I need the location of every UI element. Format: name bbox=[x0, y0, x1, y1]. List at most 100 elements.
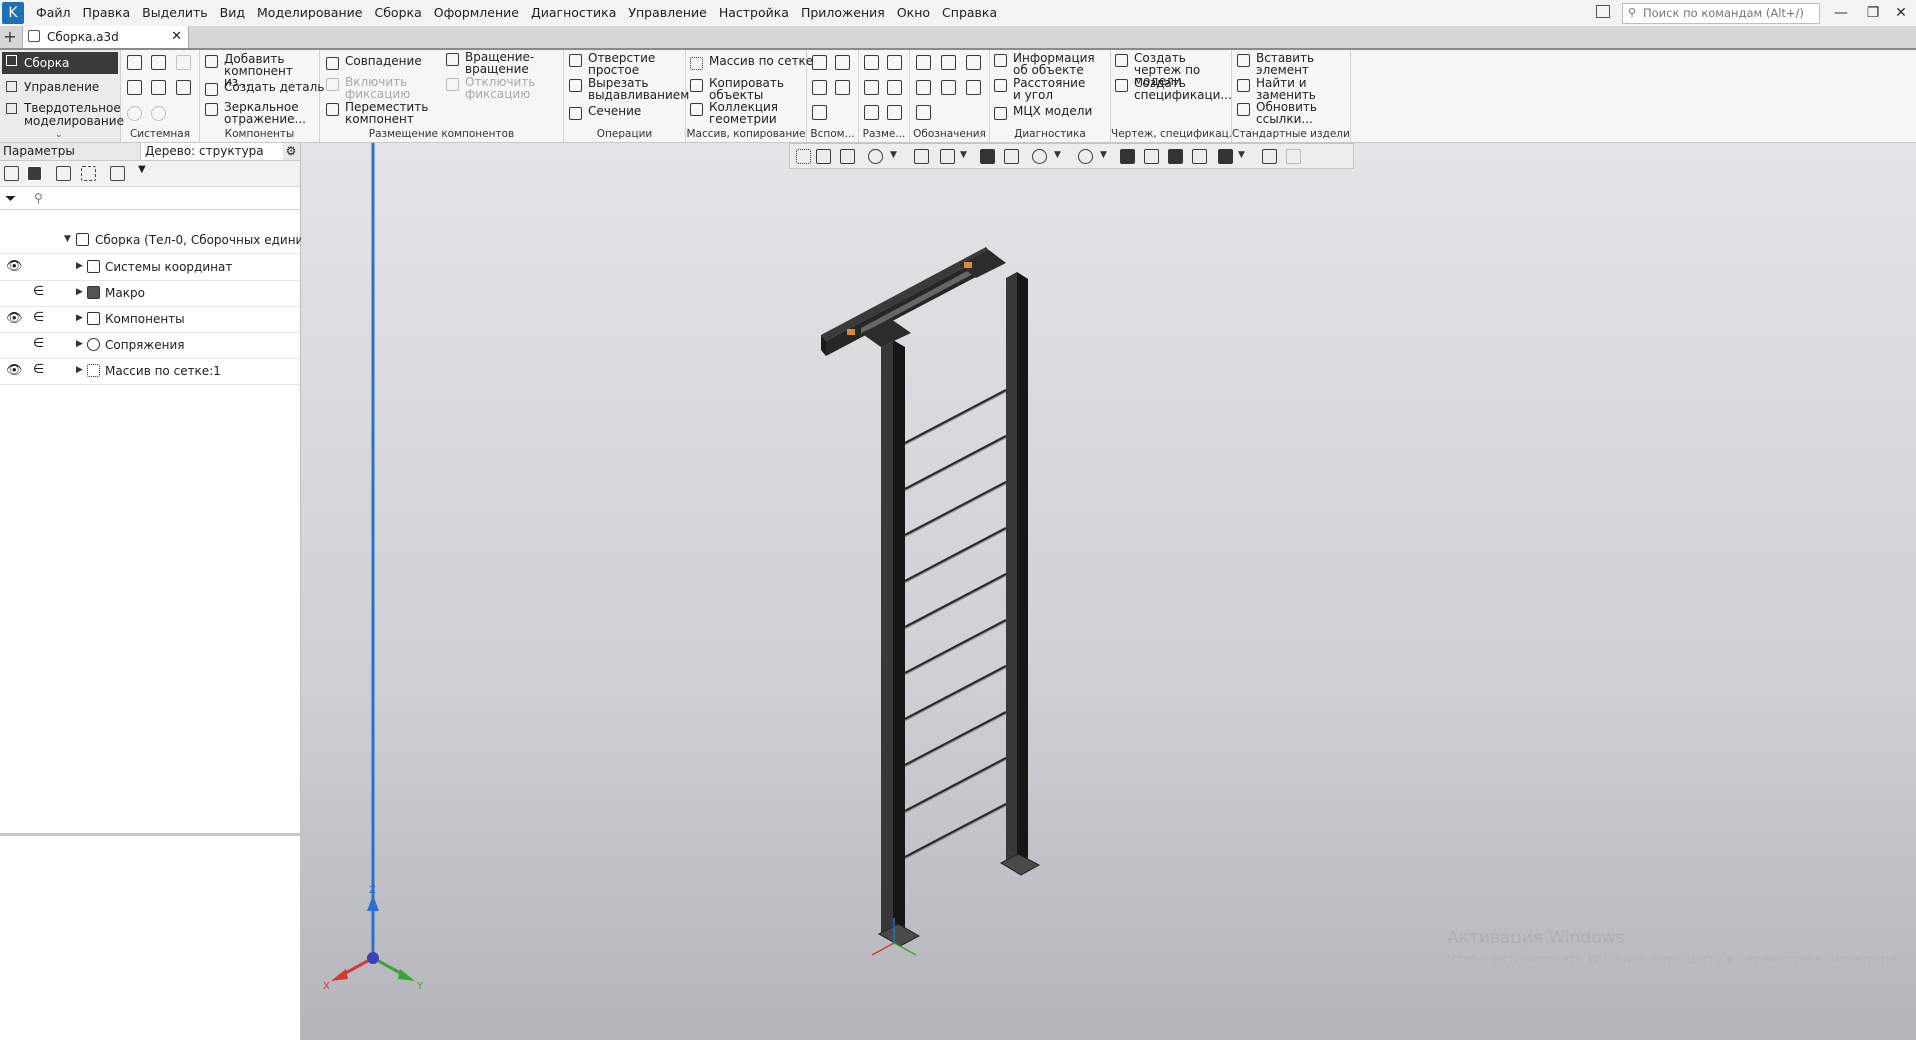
menu-diagnostics[interactable]: Диагностика bbox=[525, 0, 622, 26]
menu-select[interactable]: Выделить bbox=[136, 0, 214, 26]
joint-highlight bbox=[847, 329, 855, 335]
position-mark-icon[interactable] bbox=[941, 80, 956, 95]
save-all-icon[interactable] bbox=[176, 80, 191, 95]
mass-props-icon bbox=[994, 107, 1007, 120]
marking-icon[interactable] bbox=[916, 105, 931, 120]
group-std: Вставить элемент Найти и заменить Обнови… bbox=[1232, 50, 1351, 142]
include-icon[interactable]: ∈ bbox=[33, 310, 44, 325]
menu-management[interactable]: Управление bbox=[622, 0, 712, 26]
chevron-down-icon[interactable]: ⌄ bbox=[55, 130, 63, 140]
expand-icon[interactable]: ▶ bbox=[76, 313, 83, 323]
radial-dim-icon[interactable] bbox=[864, 80, 879, 95]
panel-splitter[interactable] bbox=[0, 833, 300, 836]
include-icon[interactable]: ∈ bbox=[33, 336, 44, 351]
base-mark-icon[interactable] bbox=[966, 55, 981, 70]
left-post-face bbox=[881, 340, 893, 933]
tree-item-components[interactable]: 👁 ∈ ▶ Компоненты bbox=[0, 306, 300, 333]
mode-assembly[interactable]: Сборка bbox=[2, 52, 118, 74]
menu-edit[interactable]: Правка bbox=[77, 0, 137, 26]
tree-item-macro[interactable]: ∈ ▶ Макро bbox=[0, 280, 300, 307]
minimize-button[interactable]: — bbox=[1824, 0, 1858, 26]
expand-icon[interactable]: ▶ bbox=[76, 365, 83, 375]
include-icon[interactable]: ∈ bbox=[33, 284, 44, 299]
chevron-down-icon[interactable]: ▼ bbox=[138, 164, 146, 175]
preview-icon[interactable] bbox=[151, 80, 166, 95]
menu-settings[interactable]: Настройка bbox=[713, 0, 795, 26]
close-tab-icon[interactable]: ✕ bbox=[171, 26, 182, 48]
undo-icon[interactable] bbox=[127, 106, 142, 121]
document-tab[interactable]: Сборка.a3d ✕ bbox=[22, 26, 189, 48]
menu-design[interactable]: Оформление bbox=[428, 0, 525, 26]
menu-window[interactable]: Окно bbox=[891, 0, 936, 26]
layout-icon[interactable] bbox=[1596, 5, 1610, 18]
filter-icon[interactable]: ⏷ bbox=[5, 191, 16, 207]
weld-mark-icon[interactable] bbox=[966, 80, 981, 95]
diameter-dim-icon[interactable] bbox=[887, 80, 902, 95]
menu-modeling[interactable]: Моделирование bbox=[251, 0, 368, 26]
linear-dim-icon[interactable] bbox=[864, 55, 879, 70]
aux-cs-icon[interactable] bbox=[835, 80, 850, 95]
auto-dim-icon[interactable] bbox=[864, 105, 879, 120]
coordinate-system-icon bbox=[87, 260, 100, 273]
new-tab-button[interactable]: + bbox=[0, 26, 20, 48]
disable-fix-icon bbox=[446, 78, 459, 91]
tree-components-icon[interactable] bbox=[56, 166, 71, 181]
menu-file[interactable]: Файл bbox=[30, 0, 77, 26]
eye-icon[interactable]: 👁 bbox=[6, 363, 23, 378]
leader-icon[interactable] bbox=[916, 55, 931, 70]
menu-help[interactable]: Справка bbox=[936, 0, 1003, 26]
save-icon[interactable] bbox=[176, 55, 191, 70]
tree-search-input[interactable] bbox=[48, 190, 288, 206]
eye-icon[interactable]: 👁 bbox=[6, 259, 23, 274]
tree-root[interactable]: ▼ Сборка (Тел-0, Сборочных единиц bbox=[0, 227, 312, 254]
dim-settings-icon[interactable] bbox=[887, 105, 902, 120]
mode-management-label: Управление bbox=[24, 80, 100, 94]
group-aux: Вспом... bbox=[807, 50, 859, 142]
group-aux-label: Вспом... bbox=[810, 128, 855, 140]
group-placement-label: Размещение компонентов bbox=[368, 128, 515, 140]
tree-build-icon[interactable] bbox=[27, 166, 42, 181]
eye-icon[interactable]: 👁 bbox=[6, 311, 23, 326]
tree-filter-list-icon[interactable] bbox=[110, 166, 125, 181]
include-icon[interactable]: ∈ bbox=[33, 362, 44, 377]
app-logo-icon[interactable]: K bbox=[2, 2, 24, 24]
expand-icon[interactable]: ▶ bbox=[76, 339, 83, 349]
mode-management[interactable]: Управление bbox=[2, 78, 118, 96]
angular-dim-icon[interactable] bbox=[887, 55, 902, 70]
tree-item-mates[interactable]: ∈ ▶ Сопряжения bbox=[0, 332, 300, 359]
tolerance-icon[interactable] bbox=[916, 80, 931, 95]
tree-item-coord-systems[interactable]: 👁 ▶ Системы координат bbox=[0, 254, 300, 281]
open-folder-icon[interactable] bbox=[151, 55, 166, 70]
3d-viewport[interactable]: ▼ ▼ ▼ ▼ ▼ Z Y X Активация Windows Чтобы … bbox=[301, 143, 1916, 1040]
ladder-rung bbox=[904, 435, 1007, 490]
expand-icon[interactable]: ▶ bbox=[76, 261, 83, 271]
tree-tab[interactable]: Дерево: структура bbox=[140, 143, 283, 160]
close-window-button[interactable]: ✕ bbox=[1884, 0, 1916, 26]
tree-item-grid-array[interactable]: 👁 ∈ ▶ Массив по сетке:1 bbox=[0, 358, 300, 385]
aux-line-icon[interactable] bbox=[812, 105, 827, 120]
expand-icon[interactable]: ▶ bbox=[76, 287, 83, 297]
command-search-box[interactable]: ⚲ bbox=[1622, 3, 1820, 24]
tree-select-icon[interactable] bbox=[81, 166, 96, 181]
params-tab[interactable]: Параметры bbox=[3, 143, 75, 160]
collapse-icon[interactable]: ▼ bbox=[64, 234, 71, 244]
menu-apps[interactable]: Приложения bbox=[795, 0, 891, 26]
ladder-model[interactable] bbox=[821, 247, 1041, 956]
redo-icon[interactable] bbox=[151, 106, 166, 121]
new-doc-icon[interactable] bbox=[127, 55, 142, 70]
menu-assembly[interactable]: Сборка bbox=[369, 0, 428, 26]
menu-bar: K Файл Правка Выделить Вид Моделирование… bbox=[0, 0, 1916, 27]
model-canvas[interactable]: Z Y X bbox=[301, 143, 1916, 1040]
group-drawing-label: Чертеж, спецификац... bbox=[1111, 128, 1231, 140]
aux-axis-icon[interactable] bbox=[835, 55, 850, 70]
aux-point-icon[interactable] bbox=[812, 80, 827, 95]
roughness-icon[interactable] bbox=[941, 55, 956, 70]
gear-icon[interactable]: ⚙ bbox=[284, 144, 298, 158]
ladder-rung-highlight bbox=[904, 575, 1007, 630]
print-icon[interactable] bbox=[127, 80, 142, 95]
mode-solid[interactable]: Твердотельное моделирование bbox=[2, 100, 124, 128]
command-search-input[interactable] bbox=[1643, 5, 1813, 21]
tree-structure-icon[interactable] bbox=[4, 166, 19, 181]
aux-plane-icon[interactable] bbox=[812, 55, 827, 70]
menu-view[interactable]: Вид bbox=[214, 0, 251, 26]
